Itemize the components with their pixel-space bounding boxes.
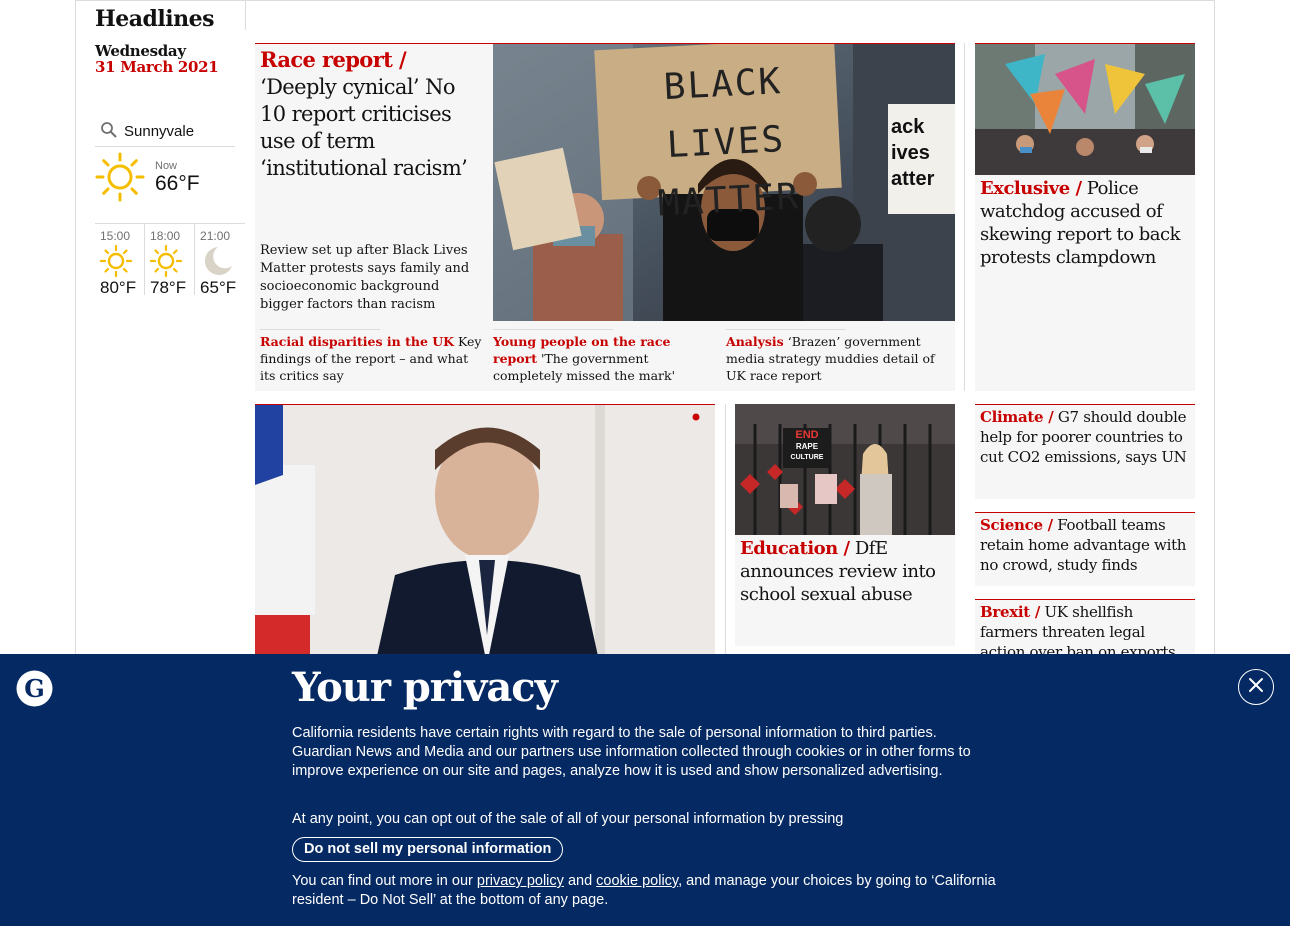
feature-image-card[interactable] [255,404,715,664]
cookie-policy-link[interactable]: cookie policy [596,873,678,889]
forecast-item: 18:00 78°F [145,224,196,297]
small-story-headline[interactable]: Brexit / UK shellfish farmers threaten l… [980,602,1192,662]
sublink[interactable]: Young people on the race report 'The gov… [488,329,721,384]
section-title: Headlines [95,6,215,32]
close-icon [1248,677,1264,697]
small-story-card[interactable]: Science / Football teams retain home adv… [975,512,1195,586]
side-story-card[interactable]: Exclusive / Police watchdog accused of s… [975,43,1195,391]
privacy-policy-link[interactable]: privacy policy [477,873,564,889]
small-story-kicker: Brexit / [980,603,1040,621]
forecast-temp: 65°F [200,278,237,297]
header-divider [245,0,246,30]
lead-image[interactable]: BLACK LIVES MATTER ack ives atter [493,44,955,321]
sign-line: CULTURE [790,454,824,461]
column-divider [725,404,726,664]
small-story-card[interactable]: Climate / G7 should double help for poor… [975,404,1195,499]
forecast-item: 21:00 65°F [195,224,245,297]
sign-line: atter [891,168,935,190]
small-story-headline[interactable]: Science / Football teams retain home adv… [980,515,1192,575]
guardian-logo-icon: G [16,670,53,711]
protest-sign-2: ack ives atter [891,114,955,192]
privacy-text: You can find out more in our [292,873,473,889]
date-full: 31 March 2021 [95,58,219,76]
privacy-text: and [567,873,593,889]
protest-sign: BLACK LIVES MATTER [607,50,846,236]
sublink-kicker: Analysis [726,334,784,349]
weather-now: Now 66°F [95,152,235,222]
small-story-kicker: Climate / [980,408,1054,426]
sublink-kicker: Racial disparities in the UK [260,334,455,349]
forecast-item: 15:00 80°F [95,224,146,297]
column-divider [964,43,965,391]
sign-line: MATTER [657,176,802,225]
privacy-paragraph: California residents have certain rights… [292,725,971,779]
education-image[interactable]: END RAPE CULTURE [735,404,955,535]
sign-line: BLACK LIVES [662,61,787,167]
weather-location[interactable]: Sunnyvale [95,117,235,147]
lead-standfirst: Review set up after Black Lives Matter p… [260,243,470,312]
sublink[interactable]: Analysis ‘Brazen’ government media strat… [721,329,954,384]
lead-headline-text: ‘Deeply cynical’ No 10 report criticises… [260,75,468,180]
forecast-time: 18:00 [150,229,181,243]
education-image-sign: END RAPE CULTURE [785,430,829,463]
side-story-headline[interactable]: Exclusive / Police watchdog accused of s… [980,177,1192,269]
sign-line: RAPE [795,442,819,451]
sign-line: END [795,429,819,441]
do-not-sell-button[interactable]: Do not sell my personal information [292,837,564,862]
search-icon [100,121,118,143]
lead-headline[interactable]: Race report / ‘Deeply cynical’ No 10 rep… [260,46,485,182]
lead-sublinks: Racial disparities in the UK Key finding… [255,329,955,384]
weather-now-temp: 66°F [155,172,200,195]
privacy-title: Your privacy [292,664,558,711]
side-story-kicker: Exclusive / [980,178,1082,199]
forecast-temp: 78°F [150,278,187,297]
weather-location-label: Sunnyvale [124,123,195,140]
weather-now-label: Now [155,160,178,172]
sign-line: ives [891,142,930,164]
weather-forecast: 15:00 80°F 18:00 78°F 21:00 65°F [95,223,245,297]
side-story-image[interactable] [975,44,1195,175]
sun-icon [95,152,145,206]
privacy-banner: G Your privacy California residents have… [0,654,1290,926]
privacy-paragraph: You can find out more in our privacy pol… [292,872,997,910]
close-button[interactable] [1238,669,1274,705]
small-story-card[interactable]: Brexit / UK shellfish farmers threaten l… [975,599,1195,662]
small-story-headline[interactable]: Climate / G7 should double help for poor… [980,407,1192,467]
forecast-time: 15:00 [100,229,131,243]
lead-story-card[interactable]: Race report / ‘Deeply cynical’ No 10 rep… [255,43,955,391]
forecast-temp: 80°F [100,278,137,297]
small-story-kicker: Science / [980,516,1053,534]
forecast-time: 21:00 [200,229,231,243]
education-kicker: Education / [740,538,850,559]
privacy-paragraph: At any point, you can opt out of the sal… [292,811,844,827]
lead-kicker: Race report / [260,47,407,72]
sublink[interactable]: Racial disparities in the UK Key finding… [255,329,488,384]
sign-line: ack [891,116,925,138]
education-story-card[interactable]: END RAPE CULTURE Education / DfE announc… [735,404,955,646]
logo-letter: G [24,674,45,703]
education-headline[interactable]: Education / DfE announces review into sc… [740,537,952,606]
